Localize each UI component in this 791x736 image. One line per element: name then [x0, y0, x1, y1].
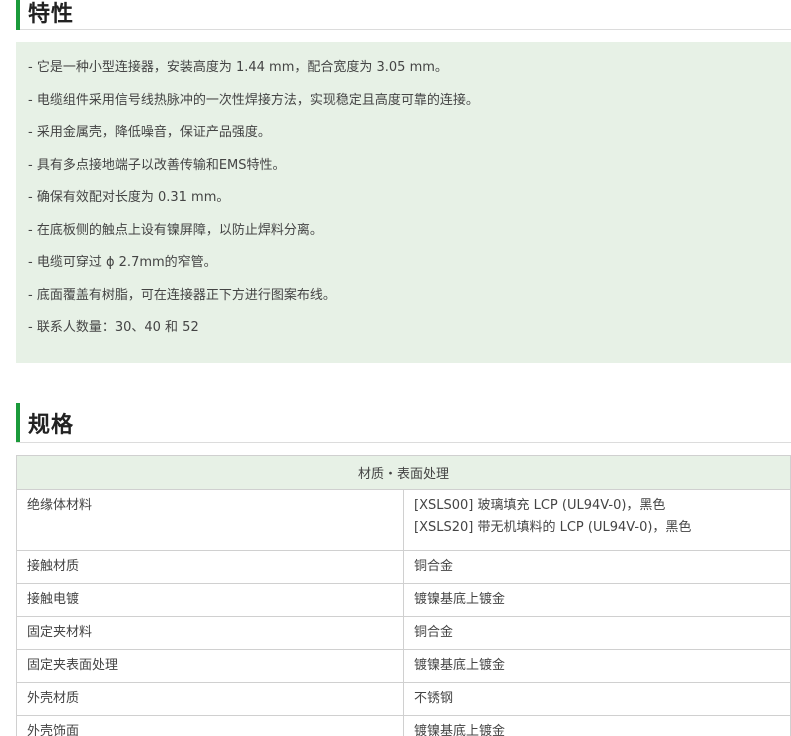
spec-value: 镀镍基底上镀金 — [403, 649, 791, 683]
heading-accent-bar — [16, 0, 20, 30]
table-header-row: 材质・表面处理 — [16, 455, 791, 490]
table-row: 固定夹材料 铜合金 — [16, 616, 791, 650]
table-row: 固定夹表面处理 镀镍基底上镀金 — [16, 649, 791, 683]
table-row: 接触电镀 镀镍基底上镀金 — [16, 583, 791, 617]
table-row: 绝缘体材料 [XSLS00] 玻璃填充 LCP (UL94V-0)，黑色 [XS… — [16, 489, 791, 551]
features-box: - 它是一种小型连接器，安装高度为 1.44 mm，配合宽度为 3.05 mm。… — [16, 42, 791, 363]
spec-label: 固定夹材料 — [16, 616, 404, 650]
spec-value: 不锈钢 — [403, 682, 791, 716]
features-title: 特性 — [28, 2, 75, 27]
spec-value: 铜合金 — [403, 616, 791, 650]
features-section-heading: 特性 — [16, 0, 791, 30]
spec-value: 铜合金 — [403, 550, 791, 584]
feature-item: - 采用金属壳，降低噪音，保证产品强度。 — [28, 125, 271, 140]
feature-item: - 确保有效配对长度为 0.31 mm。 — [28, 190, 230, 205]
feature-item: - 在底板侧的触点上设有镍屏障，以防止焊料分离。 — [28, 222, 323, 238]
table-row: 外壳材质 不锈钢 — [16, 682, 791, 716]
table-header: 材质・表面处理 — [16, 455, 791, 490]
spec-value-line: [XSLS00] 玻璃填充 LCP (UL94V-0)，黑色 — [414, 498, 666, 513]
features-list: - 它是一种小型连接器，安装高度为 1.44 mm，配合宽度为 3.05 mm。… — [28, 58, 479, 351]
spec-label: 固定夹表面处理 — [16, 649, 404, 683]
page: 特性 - 它是一种小型连接器，安装高度为 1.44 mm，配合宽度为 3.05 … — [0, 0, 791, 736]
spec-value-line: [XSLS20] 带无机填料的 LCP (UL94V-0)，黑色 — [414, 520, 692, 535]
specs-title: 规格 — [28, 413, 75, 438]
spec-value: [XSLS00] 玻璃填充 LCP (UL94V-0)，黑色 [XSLS20] … — [403, 489, 791, 551]
table-row: 外壳饰面 镀镍基底上镀金 — [16, 715, 791, 736]
spec-label: 接触材质 — [16, 550, 404, 584]
spec-label: 外壳材质 — [16, 682, 404, 716]
spec-value: 镀镍基底上镀金 — [403, 715, 791, 736]
feature-item: - 具有多点接地端子以改善传输和EMS特性。 — [28, 157, 286, 173]
feature-item: - 联系人数量：30、40 和 52 — [28, 320, 199, 335]
feature-item: - 电缆组件采用信号线热脉冲的一次性焊接方法，实现稳定且高度可靠的连接。 — [28, 92, 479, 108]
feature-item: - 底面覆盖有树脂，可在连接器正下方进行图案布线。 — [28, 287, 336, 303]
specs-section-heading: 规格 — [16, 403, 791, 443]
spec-value: 镀镍基底上镀金 — [403, 583, 791, 617]
table-row: 接触材质 铜合金 — [16, 550, 791, 584]
feature-item: - 它是一种小型连接器，安装高度为 1.44 mm，配合宽度为 3.05 mm。 — [28, 60, 448, 75]
heading-accent-bar — [16, 403, 20, 442]
spec-table: 材质・表面处理 绝缘体材料 [XSLS00] 玻璃填充 LCP (UL94V-0… — [16, 455, 791, 736]
spec-label: 绝缘体材料 — [16, 489, 404, 551]
spec-label: 接触电镀 — [16, 583, 404, 617]
feature-item: - 电缆可穿过 ϕ 2.7mm的窄管。 — [28, 255, 217, 270]
spec-label: 外壳饰面 — [16, 715, 404, 736]
